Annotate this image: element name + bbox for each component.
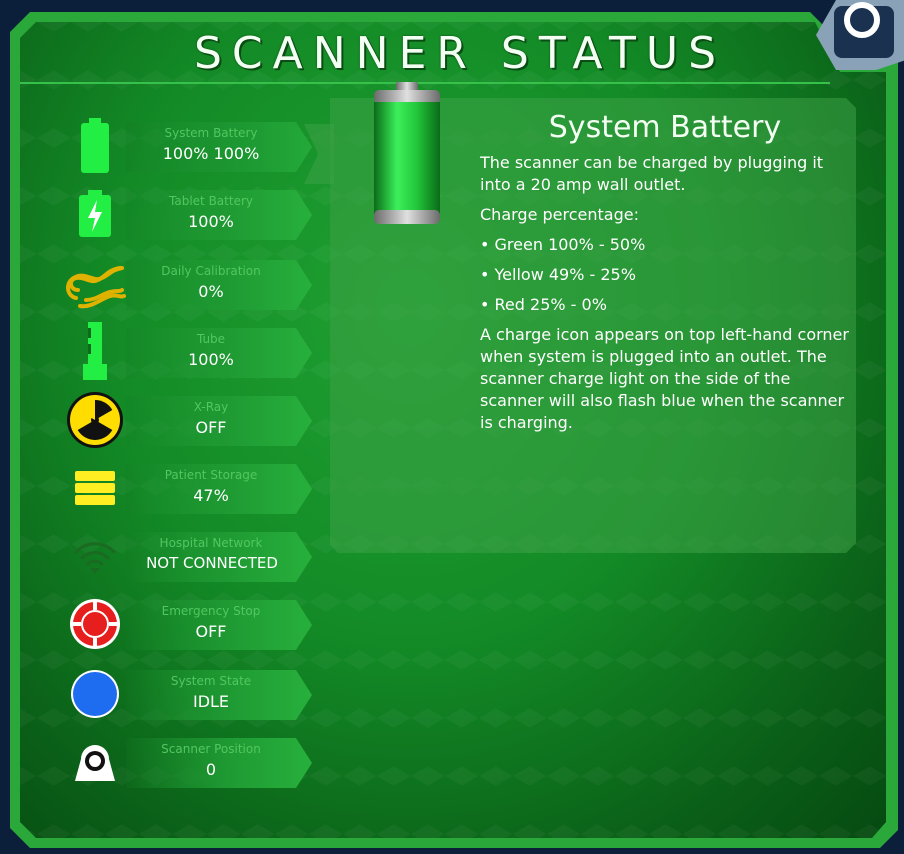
- status-label: Hospital Network: [159, 536, 263, 550]
- charge-level-yellow: • Yellow 49% - 25%: [480, 265, 636, 284]
- status-value: 0: [205, 760, 217, 779]
- charge-level-list: • Green 100% - 50% • Yellow 49% - 25% • …: [480, 234, 852, 316]
- status-item-patient-storage[interactable]: Patient Storage 47%: [60, 460, 320, 516]
- calibration-wave-icon: [60, 256, 130, 312]
- charge-heading: Charge percentage:: [480, 205, 639, 224]
- charge-level-red: • Red 25% - 0%: [480, 295, 607, 314]
- status-value: 100%: [188, 350, 234, 369]
- detail-intro: The scanner can be charged by plugging i…: [480, 153, 824, 194]
- status-label: Emergency Stop: [161, 604, 261, 618]
- status-label: Daily Calibration: [161, 264, 261, 278]
- status-item-system-battery[interactable]: System Battery 100% 100%: [60, 118, 320, 174]
- status-label: Scanner Position: [161, 742, 261, 756]
- radiation-icon: [60, 392, 130, 448]
- status-label: Patient Storage: [164, 468, 258, 482]
- system-state-icon: [60, 666, 130, 722]
- status-item-emergency-stop[interactable]: Emergency Stop OFF: [60, 596, 320, 652]
- scanner-position-icon: [60, 734, 130, 790]
- emergency-stop-icon: [60, 596, 130, 652]
- status-value: 47%: [193, 486, 229, 505]
- status-value: 0%: [198, 282, 224, 301]
- detail-body: The scanner can be charged by plugging i…: [480, 152, 852, 442]
- detail-title: System Battery: [548, 110, 782, 145]
- status-item-x-ray[interactable]: X-Ray OFF: [60, 392, 320, 448]
- status-value: OFF: [195, 418, 227, 437]
- status-value: IDLE: [192, 692, 230, 711]
- status-item-tablet-battery[interactable]: Tablet Battery 100%: [60, 186, 320, 242]
- status-item-system-state[interactable]: System State IDLE: [60, 666, 320, 722]
- status-item-hospital-network[interactable]: Hospital Network NOT CONNECTED: [60, 528, 320, 584]
- status-value: 100% 100%: [162, 144, 260, 163]
- status-label: System State: [170, 674, 252, 688]
- status-label: Tablet Battery: [169, 194, 253, 208]
- status-item-tube[interactable]: Tube 100%: [60, 322, 320, 380]
- charge-level-green: • Green 100% - 50%: [480, 235, 646, 254]
- tube-icon: [60, 322, 130, 380]
- status-label: Tube: [196, 332, 226, 346]
- status-value: NOT CONNECTED: [146, 554, 278, 572]
- status-label: X-Ray: [193, 400, 229, 414]
- storage-icon: [60, 460, 130, 516]
- charging-battery-icon: [60, 186, 130, 242]
- status-label: System Battery: [164, 126, 258, 140]
- corner-scanner-icon: [844, 2, 880, 38]
- detail-note: A charge icon appears on top left-hand c…: [480, 325, 849, 432]
- status-item-daily-calibration[interactable]: Daily Calibration 0%: [60, 256, 320, 312]
- battery-icon: [60, 118, 130, 174]
- status-value: OFF: [195, 622, 227, 641]
- page-title: SCANNER STATUS: [193, 28, 727, 79]
- large-battery-icon: [374, 82, 440, 224]
- status-item-scanner-position[interactable]: Scanner Position 0: [60, 734, 320, 790]
- status-value: 100%: [188, 212, 234, 231]
